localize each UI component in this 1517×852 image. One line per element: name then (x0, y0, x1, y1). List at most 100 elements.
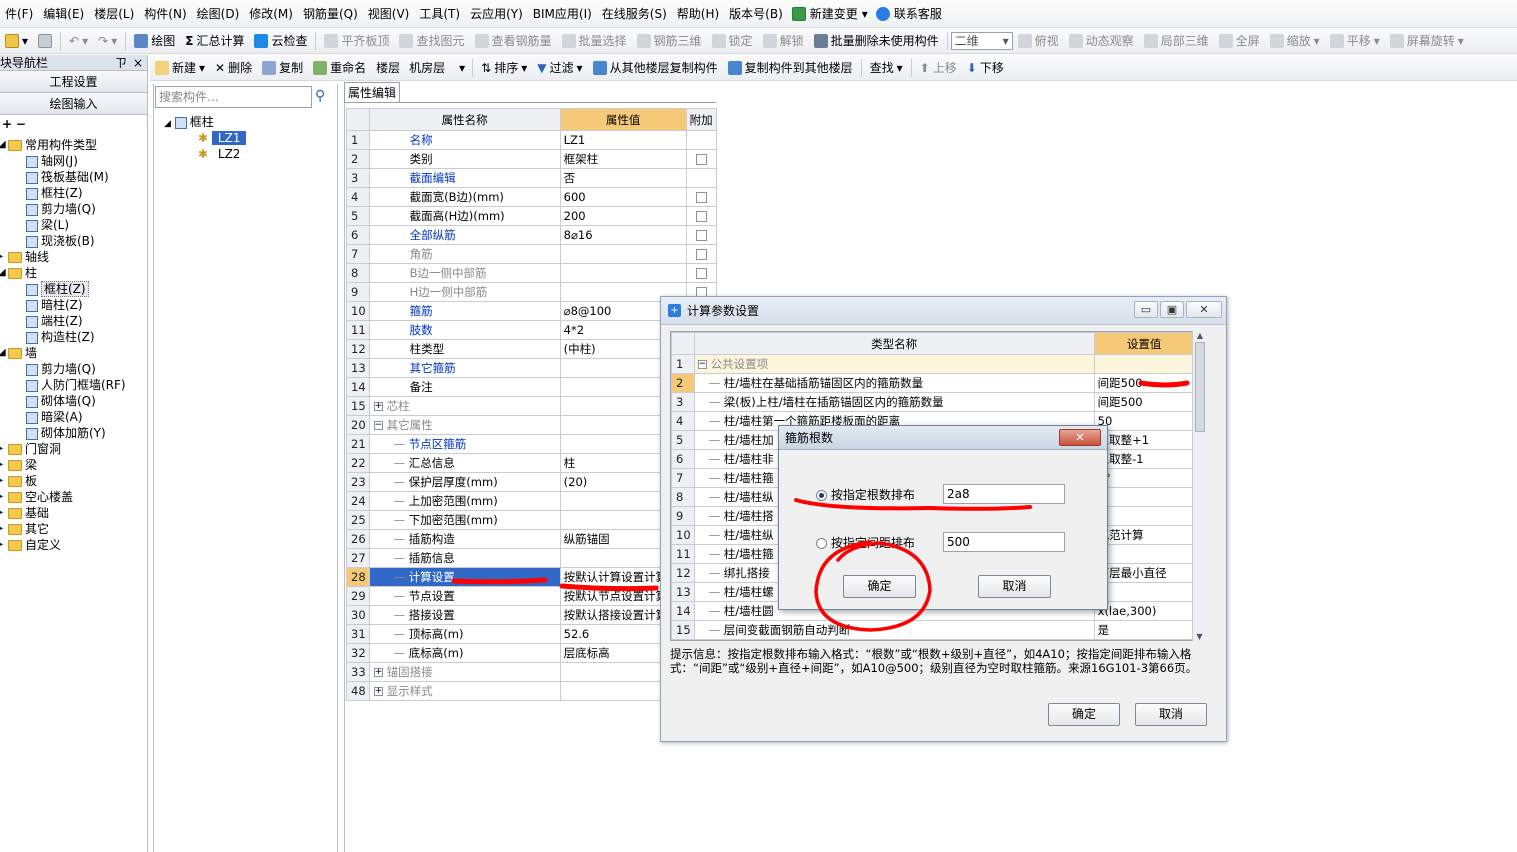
params-value-cell[interactable]: x(lae,300) (1093, 601, 1195, 621)
filter-button[interactable]: ▼ 过滤 ▾ (532, 56, 587, 80)
rotate-button[interactable]: 屏幕旋转 ▾ (1385, 29, 1469, 53)
new-button[interactable]: 新建 ▾ (150, 56, 210, 80)
tree-node[interactable]: 框柱(Z) (0, 281, 147, 297)
prop-value-cell[interactable]: 8⌀16 (559, 225, 687, 245)
pan-button[interactable]: 平移 ▾ (1325, 29, 1385, 53)
copy-to-floor-button[interactable]: 复制构件到其他楼层 (723, 56, 858, 80)
tree-node[interactable]: ◢ 墙 (0, 345, 147, 361)
params-row[interactable]: 3— 梁(板)上柱/墙柱在插筋锚固区内的箍筋数量 间距500 (671, 392, 1195, 412)
spacing-radio[interactable] (816, 538, 827, 549)
comp-root[interactable]: ◢ 框柱 (164, 114, 334, 130)
menu-item[interactable]: 云应用(Y) (465, 0, 528, 28)
search-input[interactable]: 搜索构件... (155, 86, 312, 108)
new-change-menu[interactable]: 新建变更 ▾ (788, 0, 872, 28)
expand-all-icon[interactable]: + (2, 117, 12, 131)
project-settings-button[interactable]: 工程设置 (0, 71, 147, 93)
params-row[interactable]: 1− 公共设置项 (671, 354, 1195, 374)
rebar-3d-button[interactable]: 钢筋三维 (632, 29, 707, 53)
contact-service-menu[interactable]: 联系客服 (872, 0, 946, 28)
menu-item[interactable]: 修改(M) (244, 0, 298, 28)
rename-button[interactable]: 重命名 (308, 56, 371, 80)
params-value-cell[interactable]: 间距500 (1093, 373, 1195, 393)
collapse-all-icon[interactable]: − (16, 117, 26, 131)
params-value-cell[interactable] (1093, 354, 1195, 374)
search-icon[interactable]: ⚲ (315, 88, 325, 104)
zoom-button[interactable]: 缩放 ▾ (1265, 29, 1325, 53)
cancel-button[interactable]: 取消 (1135, 703, 1207, 726)
tree-node[interactable]: 构造柱(Z) (0, 329, 147, 345)
menu-item[interactable]: 构件(N) (139, 0, 191, 28)
expand-icon[interactable]: ◢ (0, 345, 6, 361)
expand-icon[interactable]: ◢ (0, 137, 6, 153)
prop-value-cell[interactable]: 200 (559, 206, 687, 226)
prop-row[interactable]: 6 全部纵筋 8⌀16 (346, 225, 717, 245)
menu-item[interactable]: 件(F) (0, 0, 38, 28)
local-3d-button[interactable]: 局部三维 (1139, 29, 1214, 53)
expand-icon[interactable]: ▸ (0, 489, 3, 505)
scroll-thumb[interactable] (1195, 342, 1205, 432)
redo-button[interactable]: ↷ ▾ (93, 29, 122, 53)
maximize-button[interactable]: ▣ (1160, 301, 1184, 318)
view-mode-select[interactable]: 二维 ▾ (950, 31, 1013, 50)
unlock-button[interactable]: 解锁 (758, 29, 809, 53)
params-value-cell[interactable]: 下层最小直径 (1093, 563, 1195, 583)
menu-item[interactable]: 楼层(L) (89, 0, 139, 28)
tree-node[interactable]: ▸ 空心楼盖 (0, 489, 147, 505)
spacing-option[interactable]: 按指定间距排布 (816, 536, 915, 550)
expand-toggle-icon[interactable]: + (373, 687, 383, 696)
tree-node[interactable]: ▸ 门窗洞 (0, 441, 147, 457)
prop-row[interactable]: 3 截面编辑 否 (346, 168, 717, 188)
tree-node[interactable]: ▸ 轴线 (0, 249, 147, 265)
expand-icon[interactable]: ▸ (0, 505, 3, 521)
prop-value-cell[interactable]: 600 (559, 187, 687, 207)
params-value-cell[interactable]: 规范计算 (1093, 525, 1195, 545)
checkbox[interactable] (695, 268, 707, 279)
prop-value-cell[interactable] (559, 244, 687, 264)
prop-row[interactable]: 2 类别 框架柱 (346, 149, 717, 169)
checkbox[interactable] (695, 192, 707, 203)
fullscreen-button[interactable]: 全屏 (1214, 29, 1265, 53)
menu-item[interactable]: 钢筋量(Q) (298, 0, 363, 28)
stirrup-cancel-button[interactable]: 取消 (978, 575, 1051, 598)
expand-toggle-icon[interactable]: + (373, 668, 383, 677)
undo-button[interactable]: ↶ ▾ (64, 29, 93, 53)
tree-node[interactable]: ▸ 自定义 (0, 537, 147, 553)
tree-node[interactable]: 砌体墙(Q) (0, 393, 147, 409)
move-up-button[interactable]: ⬆ 上移 (915, 56, 962, 80)
floor-select[interactable]: 机房层 ▾ (405, 59, 469, 77)
expand-icon[interactable]: ◢ (0, 265, 6, 281)
save-button[interactable] (33, 29, 57, 53)
prop-value-cell[interactable]: 框架柱 (559, 149, 687, 169)
lock-button[interactable]: 锁定 (707, 29, 758, 53)
open-button[interactable]: ▾ (0, 29, 33, 53)
close-button[interactable]: ✕ (1059, 429, 1101, 446)
menu-item[interactable]: BIM应用(I) (528, 0, 597, 28)
menu-item[interactable]: 绘图(D) (192, 0, 245, 28)
count-option[interactable]: 按指定根数排布 (816, 488, 915, 502)
count-input[interactable]: 2a8 (943, 484, 1065, 504)
tree-node[interactable]: 梁(L) (0, 217, 147, 233)
stirrup-ok-button[interactable]: 确定 (843, 575, 916, 598)
sum-button[interactable]: Σ 汇总计算 (180, 29, 249, 53)
expand-icon[interactable]: ▸ (0, 521, 3, 537)
view-rebar-button[interactable]: 查看钢筋量 (470, 29, 557, 53)
params-value-cell[interactable] (1093, 582, 1195, 602)
params-value-cell[interactable]: % (1093, 487, 1195, 507)
params-value-cell[interactable]: 5° (1093, 468, 1195, 488)
params-value-cell[interactable]: 是 (1093, 620, 1195, 640)
count-radio[interactable] (816, 490, 827, 501)
delete-button[interactable]: ✕ 删除 (210, 56, 257, 80)
expand-icon[interactable]: ▸ (0, 457, 3, 473)
tab-property-edit[interactable]: 属性编辑 (344, 82, 400, 102)
params-value-cell[interactable]: 间距500 (1093, 392, 1195, 412)
menu-item[interactable]: 编辑(E) (38, 0, 89, 28)
comp-item-lz1[interactable]: ✱ LZ1 (164, 130, 334, 146)
tree-node[interactable]: 端柱(Z) (0, 313, 147, 329)
menu-item[interactable]: 帮助(H) (672, 0, 724, 28)
drawing-input-button[interactable]: 绘图输入 (0, 93, 147, 115)
tree-node[interactable]: ▸ 其它 (0, 521, 147, 537)
ok-button[interactable]: 确定 (1048, 703, 1120, 726)
prop-value-cell[interactable] (559, 263, 687, 283)
tree-node[interactable]: 轴网(J) (0, 153, 147, 169)
prop-row[interactable]: 4 截面宽(B边)(mm) 600 (346, 187, 717, 207)
